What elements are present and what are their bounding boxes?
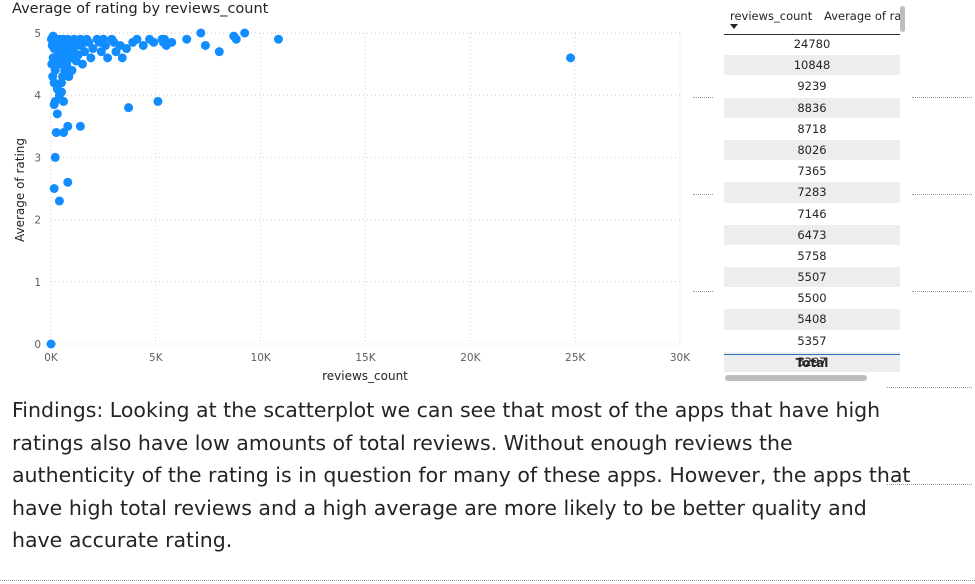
x-tick-label: 15K — [355, 352, 376, 364]
table-row[interactable]: 10848 — [724, 55, 900, 77]
table-header: reviews_count Average of rating — [724, 4, 900, 35]
divider — [887, 387, 972, 388]
scatter-point[interactable] — [111, 47, 121, 57]
table-row[interactable]: 5500 — [724, 288, 900, 310]
x-tick-label: 5K — [149, 352, 164, 364]
divider — [912, 291, 972, 292]
vertical-scrollbar[interactable] — [900, 6, 905, 32]
divider — [912, 97, 972, 98]
scatter-point[interactable] — [46, 34, 56, 44]
grid-lines — [50, 32, 681, 345]
scatter-point[interactable] — [52, 109, 62, 119]
scatter-point[interactable] — [54, 196, 64, 206]
x-tick-label: 10K — [251, 352, 272, 364]
scatter-point[interactable] — [96, 47, 106, 57]
table-row[interactable]: 5507 — [724, 267, 900, 289]
scatter-point[interactable] — [56, 87, 66, 97]
table-total-label: Total — [795, 356, 829, 370]
y-axis-ticks: 0 1 2 3 4 5 — [34, 28, 41, 351]
scatter-point[interactable] — [48, 72, 58, 82]
scatter-chart[interactable]: 0K 5K 10K 15K 20K 25K 30K 0 1 2 3 4 5 reviews_count… — [0, 0, 700, 390]
scatter-point[interactable] — [49, 100, 59, 110]
scatter-point[interactable] — [63, 177, 73, 187]
scatter-points[interactable] — [46, 28, 576, 349]
scatter-point[interactable] — [182, 34, 192, 44]
column-header-reviews-count[interactable]: reviews_count — [730, 9, 812, 23]
table-row[interactable]: 5357 — [724, 331, 900, 352]
scatter-point[interactable] — [214, 47, 224, 57]
reviews-table[interactable]: reviews_count Average of rating 24780108… — [722, 4, 906, 386]
table-row[interactable]: 7283 — [724, 182, 900, 204]
table-row[interactable]: 9239 — [724, 76, 900, 98]
divider — [693, 97, 713, 98]
scatter-point[interactable] — [200, 40, 210, 50]
y-tick-label: 0 — [34, 339, 41, 351]
table-row[interactable]: 6473 — [724, 224, 900, 246]
table-row[interactable]: 7146 — [724, 204, 900, 225]
scatter-point[interactable] — [92, 34, 102, 44]
scatter-point[interactable] — [196, 28, 206, 38]
table-body: 24780 10848 9239 8836 8718 8026 7365 7283 7146 64… — [724, 34, 900, 373]
scatter-point[interactable] — [49, 184, 59, 193]
scatter-point[interactable] — [124, 103, 134, 113]
x-tick-label: 20K — [460, 352, 481, 364]
x-axis-ticks: 0K 5K 10K 15K 20K 25K 30K — [44, 352, 691, 364]
table-row[interactable]: 7365 — [724, 161, 900, 183]
scatter-point[interactable] — [157, 34, 167, 44]
column-header-average-rating[interactable]: Average of rating — [824, 9, 900, 23]
table-row[interactable]: 5758 — [724, 246, 900, 268]
findings-text: Findings: Looking at the scatterplot we … — [12, 398, 911, 552]
x-tick-label: 30K — [670, 352, 691, 364]
divider — [0, 580, 975, 581]
table-row[interactable]: 5408 — [724, 309, 900, 331]
sort-descending-icon[interactable] — [730, 24, 738, 29]
table-row[interactable]: 8026 — [724, 139, 900, 162]
divider — [693, 291, 713, 292]
y-tick-label: 5 — [34, 28, 41, 40]
x-tick-label: 0K — [44, 352, 59, 364]
scatter-point[interactable] — [46, 339, 56, 349]
x-axis-label: reviews_count — [322, 369, 408, 383]
scatter-point[interactable] — [51, 128, 61, 138]
y-tick-label: 4 — [34, 90, 41, 102]
x-tick-label: 25K — [565, 352, 586, 364]
divider — [912, 194, 972, 195]
scatter-point[interactable] — [153, 96, 163, 106]
scatter-point[interactable] — [229, 31, 239, 41]
scatter-point[interactable] — [59, 96, 69, 106]
divider — [693, 194, 713, 195]
y-tick-label: 3 — [34, 152, 41, 164]
scatter-point[interactable] — [50, 152, 60, 162]
y-tick-label: 2 — [34, 215, 41, 227]
total-divider — [724, 354, 900, 355]
scatter-point[interactable] — [566, 53, 576, 63]
scatter-point[interactable] — [240, 28, 250, 38]
y-axis-label: Average of rating — [13, 138, 27, 242]
table-row[interactable]: 8836 — [724, 97, 900, 119]
table-row[interactable]: 24780 — [724, 34, 900, 56]
scatter-point[interactable] — [75, 121, 85, 131]
scatter-point[interactable] — [47, 59, 57, 69]
horizontal-scrollbar[interactable] — [725, 375, 867, 381]
y-tick-label: 1 — [34, 277, 41, 289]
scatter-point[interactable] — [273, 34, 283, 44]
table-row[interactable]: 8718 — [724, 119, 900, 140]
